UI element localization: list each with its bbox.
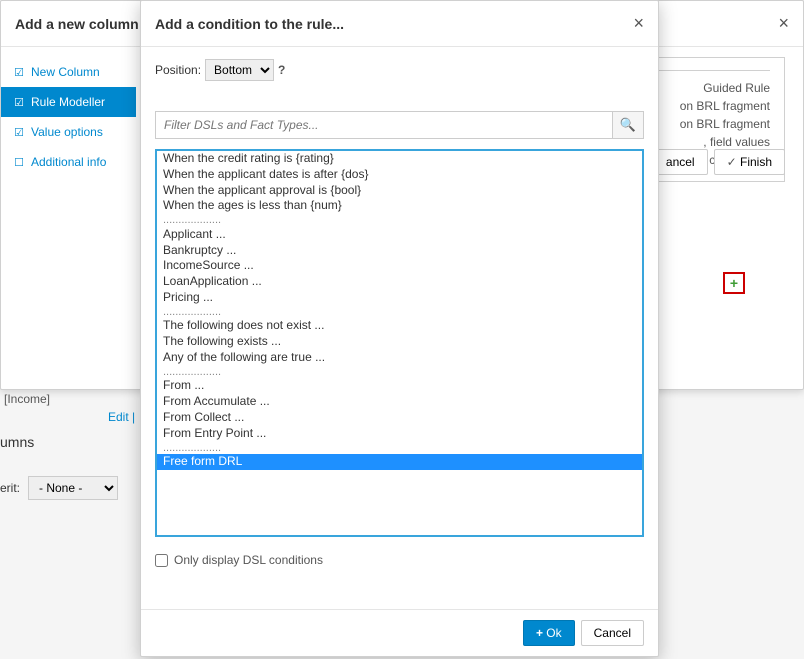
add-condition-button[interactable]: +: [723, 272, 745, 294]
bg-inherit-label: erit:: [0, 481, 20, 495]
cancel-button[interactable]: Cancel: [581, 620, 644, 646]
list-item[interactable]: Applicant ...: [157, 227, 642, 243]
wizard-step-label: Additional info: [31, 155, 106, 169]
position-select[interactable]: Bottom: [205, 59, 274, 81]
bg-columns-heading: umns: [0, 434, 34, 450]
finish-button[interactable]: Finish: [714, 149, 785, 175]
dsl-only-checkbox[interactable]: [155, 554, 168, 567]
list-item[interactable]: The following exists ...: [157, 334, 642, 350]
list-item[interactable]: From Entry Point ...: [157, 426, 642, 442]
list-separator: ...................: [157, 306, 642, 319]
list-item[interactable]: When the credit rating is {rating}: [157, 151, 642, 167]
wizard-step-label: New Column: [31, 65, 100, 79]
position-row: Position: Bottom ?: [155, 59, 644, 81]
list-item[interactable]: From ...: [157, 378, 642, 394]
search-icon: 🔍: [620, 117, 636, 132]
list-item[interactable]: When the ages is less than {num}: [157, 198, 642, 214]
unchecked-icon: [13, 156, 25, 168]
list-item[interactable]: IncomeSource ...: [157, 258, 642, 274]
search-input[interactable]: [155, 111, 612, 139]
close-icon[interactable]: ×: [778, 13, 789, 34]
add-condition-title: Add a condition to the rule...: [155, 16, 344, 32]
add-column-title: Add a new column: [15, 16, 139, 32]
wizard-step-new-column[interactable]: New Column: [1, 57, 136, 87]
plus-icon: +: [730, 275, 738, 291]
list-separator: ...................: [157, 442, 642, 455]
wizard-step-label: Rule Modeller: [31, 95, 105, 109]
conditions-listbox[interactable]: When the credit rating is {rating}When t…: [155, 149, 644, 537]
list-separator: ...................: [157, 214, 642, 227]
list-item[interactable]: The following does not exist ...: [157, 318, 642, 334]
check-icon: [13, 66, 25, 78]
wizard-step-additional-info[interactable]: Additional info: [1, 147, 136, 177]
add-condition-header: Add a condition to the rule... ×: [141, 1, 658, 47]
list-item[interactable]: When the applicant dates is after {dos}: [157, 167, 642, 183]
list-item[interactable]: Bankruptcy ...: [157, 243, 642, 259]
list-item[interactable]: When the applicant approval is {bool}: [157, 183, 642, 199]
wizard-nav: New Column Rule Modeller Value options A…: [1, 47, 136, 187]
wizard-step-value-options[interactable]: Value options: [1, 117, 136, 147]
list-item[interactable]: LoanApplication ...: [157, 274, 642, 290]
position-label: Position:: [155, 63, 201, 77]
search-row: 🔍: [155, 111, 644, 139]
dsl-only-label: Only display DSL conditions: [174, 553, 323, 567]
wizard-step-label: Value options: [31, 125, 103, 139]
search-button[interactable]: 🔍: [612, 111, 644, 139]
cancel-button[interactable]: ancel: [653, 149, 708, 175]
list-item[interactable]: From Accumulate ...: [157, 394, 642, 410]
ok-button[interactable]: Ok: [523, 620, 575, 646]
bg-income-label: [Income]: [4, 392, 50, 406]
list-item[interactable]: Any of the following are true ...: [157, 350, 642, 366]
add-condition-footer: Ok Cancel: [141, 609, 658, 656]
list-item[interactable]: Free form DRL: [157, 454, 642, 470]
list-separator: ...................: [157, 366, 642, 379]
bg-inherit-select[interactable]: - None -: [28, 476, 118, 500]
bg-edit-link[interactable]: Edit |: [108, 410, 135, 424]
add-condition-modal: Add a condition to the rule... × Positio…: [140, 0, 659, 657]
help-icon[interactable]: ?: [278, 63, 285, 77]
list-item[interactable]: From Collect ...: [157, 410, 642, 426]
list-item[interactable]: Pricing ...: [157, 290, 642, 306]
close-icon[interactable]: ×: [633, 13, 644, 34]
check-icon: [13, 126, 25, 138]
check-icon: [13, 96, 25, 108]
wizard-step-rule-modeller[interactable]: Rule Modeller: [1, 87, 136, 117]
bg-inherit-row: erit: - None -: [0, 476, 118, 500]
dsl-filter-row: Only display DSL conditions: [155, 553, 644, 567]
